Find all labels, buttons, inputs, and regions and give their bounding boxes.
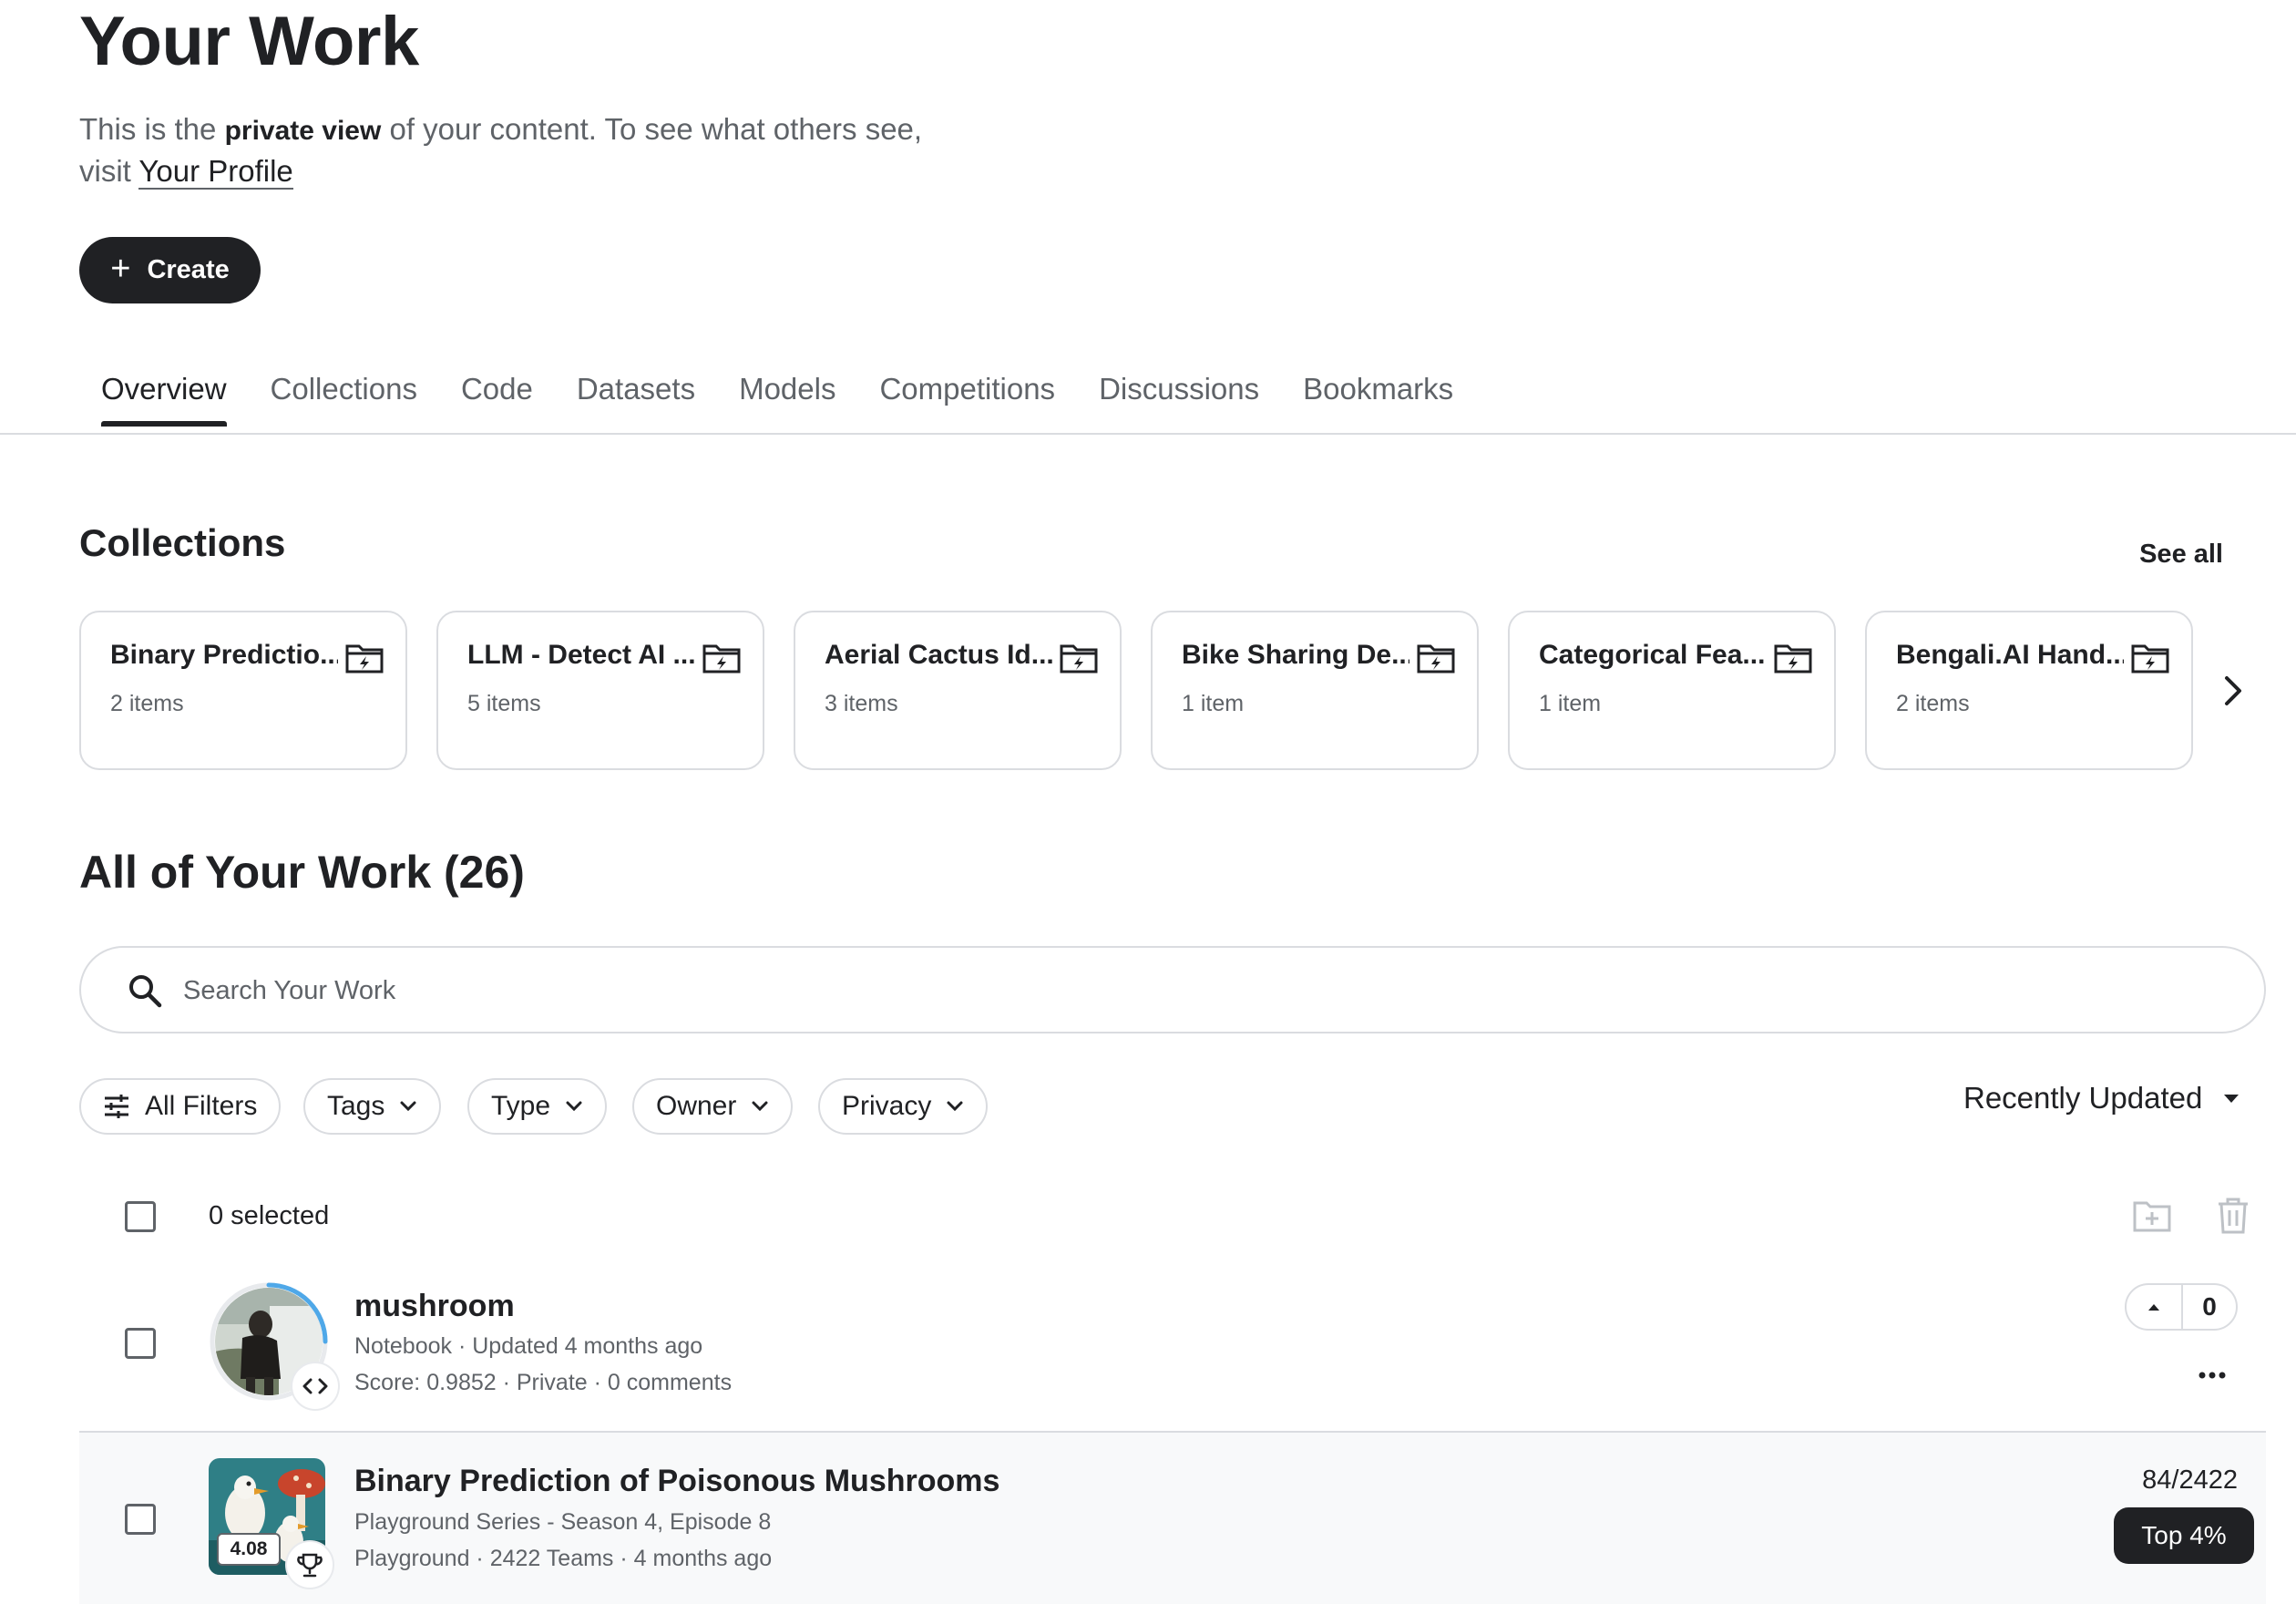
caret-up-icon: [2148, 1304, 2159, 1311]
subtitle-text: This is the: [79, 112, 225, 146]
chevron-down-icon: [566, 1101, 582, 1112]
delete-icon[interactable]: [2213, 1196, 2253, 1236]
page-title: Your Work: [79, 3, 419, 80]
chevron-down-icon: [400, 1101, 416, 1112]
plus-icon: +: [110, 249, 131, 288]
trophy-icon: [285, 1540, 334, 1589]
add-to-collection-icon[interactable]: [2132, 1196, 2172, 1236]
tab-datasets[interactable]: Datasets: [555, 363, 717, 421]
privacy-filter-label: Privacy: [842, 1091, 932, 1121]
vote-widget: 0: [2125, 1283, 2238, 1331]
sort-dropdown[interactable]: Recently Updated: [1963, 1081, 2255, 1116]
collection-folder-icon: [1774, 644, 1812, 673]
chevron-down-icon: [752, 1101, 768, 1112]
search-input[interactable]: [181, 966, 2189, 1015]
create-button-label: Create: [147, 255, 230, 284]
vote-count: 0: [2202, 1292, 2217, 1321]
tab-bar: Overview Collections Code Datasets Model…: [79, 363, 1475, 427]
tab-collections[interactable]: Collections: [249, 363, 439, 421]
collection-card[interactable]: Bike Sharing De... 1 item: [1151, 611, 1479, 770]
collection-card-count: 2 items: [1896, 691, 1970, 716]
type-filter-dropdown[interactable]: Type: [467, 1078, 608, 1135]
item-checkbox[interactable]: [125, 1504, 156, 1535]
collection-card[interactable]: Bengali.AI Hand... 2 items: [1865, 611, 2193, 770]
item-title[interactable]: Binary Prediction of Poisonous Mushrooms: [354, 1464, 999, 1499]
item-title[interactable]: mushroom: [354, 1289, 515, 1324]
collection-card-count: 5 items: [467, 691, 541, 716]
collection-card-count: 3 items: [825, 691, 898, 716]
collection-card-count: 1 item: [1182, 691, 1245, 716]
more-options-icon[interactable]: [2198, 1369, 2227, 1382]
collection-card-title: Bike Sharing De...: [1182, 640, 1409, 670]
collection-folder-icon: [1417, 644, 1455, 673]
search-icon: [129, 975, 162, 1008]
collection-card-title: Categorical Fea...: [1539, 640, 1766, 670]
collection-card-title: Binary Predictio...: [110, 640, 338, 670]
all-work-heading: All of Your Work (26): [79, 847, 525, 898]
tab-discussions[interactable]: Discussions: [1077, 363, 1281, 421]
collection-folder-icon: [702, 644, 741, 673]
collection-card[interactable]: Binary Predictio... 2 items: [79, 611, 407, 770]
create-button[interactable]: + Create: [79, 237, 261, 303]
item-meta-secondary: Score: 0.9852 · Private · 0 comments: [354, 1370, 733, 1395]
your-profile-link[interactable]: Your Profile: [138, 154, 293, 190]
collection-folder-icon: [2131, 644, 2169, 673]
collection-card[interactable]: LLM - Detect AI ... 5 items: [436, 611, 764, 770]
tags-filter-dropdown[interactable]: Tags: [303, 1078, 442, 1135]
item-meta-secondary: Playground · 2422 Teams · 4 months ago: [354, 1546, 773, 1571]
subtitle-bold: private view: [224, 116, 382, 146]
item-checkbox[interactable]: [125, 1328, 156, 1359]
select-all-checkbox[interactable]: [125, 1201, 156, 1232]
collection-folder-icon: [1060, 644, 1098, 673]
owner-filter-label: Owner: [656, 1091, 737, 1121]
type-filter-label: Type: [491, 1091, 551, 1121]
collection-card[interactable]: Categorical Fea... 1 item: [1508, 611, 1836, 770]
tabs-divider: [0, 433, 2296, 435]
tags-filter-label: Tags: [327, 1091, 385, 1121]
see-all-link[interactable]: See all: [2096, 540, 2223, 570]
collection-card-title: LLM - Detect AI ...: [467, 640, 695, 670]
page-subtitle: This is the private view of your content…: [79, 109, 1081, 191]
collection-card-count: 1 item: [1539, 691, 1602, 716]
filter-sliders-icon: [105, 1095, 128, 1118]
collection-card-title: Aerial Cactus Id...: [825, 640, 1052, 670]
your-work-page: Your Work This is the private view of yo…: [0, 0, 2296, 1604]
all-filters-button[interactable]: All Filters: [79, 1078, 282, 1135]
owner-filter-dropdown[interactable]: Owner: [632, 1078, 794, 1135]
code-icon: [291, 1362, 340, 1411]
collection-folder-icon: [345, 644, 384, 673]
collection-card-title: Bengali.AI Hand...: [1896, 640, 2124, 670]
chevron-down-icon: [947, 1101, 963, 1112]
selected-count: 0 selected: [209, 1201, 330, 1230]
all-filters-label: All Filters: [145, 1091, 258, 1121]
score-badge: 4.08: [217, 1533, 281, 1566]
tab-overview[interactable]: Overview: [79, 363, 249, 427]
subtitle-text-after: of your content. To see what others see,: [381, 112, 923, 146]
subtitle-line2: visit: [79, 154, 139, 188]
upvote-button[interactable]: [2127, 1285, 2183, 1329]
item-meta: Playground Series - Season 4, Episode 8: [354, 1509, 772, 1535]
top-percent-badge: Top 4%: [2114, 1507, 2254, 1564]
chevron-right-icon[interactable]: [2216, 671, 2249, 711]
collections-heading: Collections: [79, 521, 286, 564]
collection-card[interactable]: Aerial Cactus Id... 3 items: [794, 611, 1122, 770]
sort-label: Recently Updated: [1963, 1081, 2203, 1115]
leaderboard-rank: 84/2422: [2142, 1465, 2238, 1495]
tab-code[interactable]: Code: [439, 363, 555, 421]
tab-models[interactable]: Models: [717, 363, 857, 421]
item-meta: Notebook · Updated 4 months ago: [354, 1333, 703, 1359]
tab-competitions[interactable]: Competitions: [857, 363, 1077, 421]
privacy-filter-dropdown[interactable]: Privacy: [818, 1078, 989, 1135]
search-bar: [79, 946, 2266, 1033]
collection-card-count: 2 items: [110, 691, 184, 716]
tab-bookmarks[interactable]: Bookmarks: [1281, 363, 1475, 421]
caret-down-icon: [2224, 1095, 2240, 1103]
